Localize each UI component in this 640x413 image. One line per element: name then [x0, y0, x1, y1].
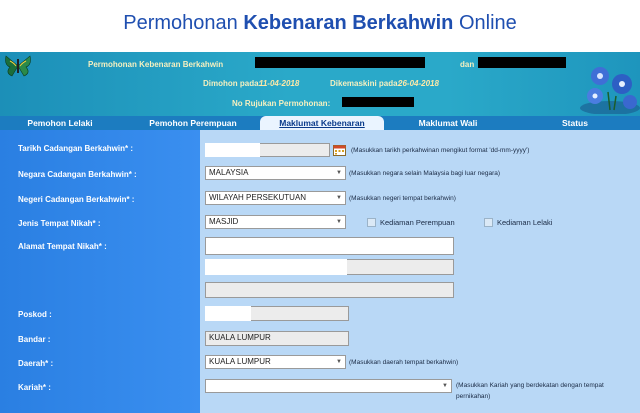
tab-maklumat-wali[interactable]: Maklumat Wali	[398, 116, 498, 130]
kediaman-perempuan-label: Kediaman Perempuan	[380, 218, 455, 227]
kediaman-lelaki-checkbox[interactable]	[484, 218, 493, 227]
chevron-down-icon: ▼	[336, 359, 342, 365]
daerah-hint: (Masukkan daerah tempat berkahwin)	[349, 359, 459, 366]
application-header: Permohonan Kebenaran Berkahwin dan Dimoh…	[0, 52, 640, 116]
banner: Permohonan Kebenaran Berkahwin Online	[0, 0, 640, 52]
tab-maklumat-kebenaran[interactable]: Maklumat Kebenaran	[260, 116, 384, 130]
alamat-label: Alamat Tempat Nikah* :	[18, 242, 107, 251]
jenis-label: Jenis Tempat Nikah* :	[18, 219, 101, 228]
alamat-line2-input[interactable]	[205, 259, 454, 275]
chevron-down-icon: ▼	[336, 219, 342, 225]
negeri-select[interactable]: WILAYAH PERSEKUTUAN ▼	[205, 191, 346, 205]
rujukan-label: No Rujukan Permohonan:	[232, 99, 331, 108]
dimohon-value: 11-04-2018	[259, 79, 300, 88]
negara-label: Negara Cadangan Berkahwin* :	[18, 170, 137, 179]
tarikh-label: Tarikh Cadangan Berkahwin* :	[18, 144, 133, 153]
negeri-label: Negeri Cadangan Berkahwin* :	[18, 195, 135, 204]
butterfly-icon	[5, 55, 31, 77]
kariah-hint-line2: pernikahan)	[456, 393, 491, 400]
kediaman-lelaki-label: Kediaman Lelaki	[497, 218, 553, 227]
negeri-hint: (Masukkan negeri tempat berkahwin)	[349, 195, 456, 202]
tarikh-input[interactable]	[205, 143, 330, 157]
dikemaskini-value: 26-04-2018	[398, 79, 439, 88]
header-line1-prefix: Permohonan Kebenaran Berkahwin	[88, 60, 224, 69]
kediaman-perempuan-checkbox[interactable]	[367, 218, 376, 227]
chevron-down-icon: ▼	[442, 383, 448, 389]
redacted-rujukan	[342, 97, 414, 107]
kariah-select[interactable]: ▼	[205, 379, 452, 393]
tarikh-hint: (Masukkan tarikh perkahwinan mengikut fo…	[351, 147, 530, 154]
redacted-tarikh	[205, 143, 260, 157]
tab-pemohon-perempuan[interactable]: Pemohon Perempuan	[138, 116, 248, 130]
redacted-name-2	[478, 57, 566, 68]
kariah-hint-line1: (Masukkan Kariah yang berdekatan dengan …	[456, 382, 604, 389]
alamat-line3-input[interactable]	[205, 282, 454, 298]
tab-bar: Pemohon Lelaki Pemohon Perempuan Makluma…	[0, 116, 640, 130]
tab-pemohon-lelaki[interactable]: Pemohon Lelaki	[10, 116, 110, 130]
redacted-alamat	[205, 259, 347, 275]
dikemaskini-label: Dikemaskini pada:	[330, 79, 401, 88]
kariah-label: Kariah* :	[18, 383, 51, 392]
bandar-label: Bandar :	[18, 335, 51, 344]
jenis-select[interactable]: MASJID ▼	[205, 215, 346, 229]
negara-hint: (Masukkan negara selain Malaysia bagi lu…	[349, 170, 501, 177]
tab-status[interactable]: Status	[540, 116, 610, 130]
chevron-down-icon: ▼	[336, 195, 342, 201]
calendar-icon[interactable]	[333, 144, 346, 156]
poskod-input[interactable]	[205, 306, 349, 321]
daerah-select[interactable]: KUALA LUMPUR ▼	[205, 355, 346, 369]
daerah-label: Daerah* :	[18, 359, 54, 368]
bandar-input[interactable]: KUALA LUMPUR	[205, 331, 349, 346]
redacted-name-1	[255, 57, 425, 68]
poskod-label: Poskod :	[18, 310, 52, 319]
banner-title: Permohonan Kebenaran Berkahwin Online	[123, 12, 517, 34]
header-and: dan	[460, 60, 475, 69]
redacted-poskod	[205, 306, 251, 321]
alamat-line1-input[interactable]	[205, 237, 454, 255]
flower-decoration-icon	[580, 67, 640, 114]
dimohon-label: Dimohon pada:	[203, 79, 262, 88]
negara-select[interactable]: MALAYSIA ▼	[205, 166, 346, 180]
chevron-down-icon: ▼	[336, 170, 342, 176]
